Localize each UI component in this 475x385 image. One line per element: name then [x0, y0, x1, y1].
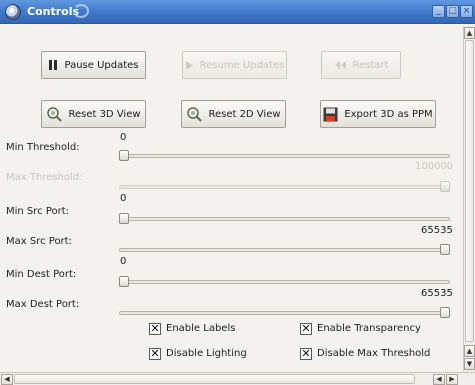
disable-lighting-label[interactable]: Disable Lighting: [166, 348, 247, 359]
vertical-scrollbar[interactable]: ▲ ▲ ▼: [463, 26, 475, 372]
reset-2d-view-button[interactable]: Reset 2D View: [181, 100, 286, 128]
max-dest-port-handle[interactable]: [440, 307, 450, 318]
maximize-button[interactable]: □: [446, 5, 459, 18]
floppy-disk-icon: [323, 107, 338, 122]
max-dest-port-value: 65535: [421, 288, 453, 299]
pause-updates-button[interactable]: Pause Updates: [41, 51, 146, 79]
controls-panel: Pause Updates Resume Updates Restart Res…: [6, 26, 462, 372]
horizontal-scrollbar[interactable]: ◀ ◀ ▶: [0, 372, 475, 385]
max-src-port-handle[interactable]: [440, 244, 450, 255]
window-title: Controls: [27, 5, 80, 18]
enable-transparency-checkbox[interactable]: ✕: [300, 323, 312, 335]
resume-updates-label: Resume Updates: [199, 59, 285, 71]
min-src-port-handle[interactable]: [119, 213, 129, 224]
scroll-left-arrow-icon[interactable]: ◀: [433, 374, 445, 385]
enable-transparency-label[interactable]: Enable Transparency: [317, 323, 421, 334]
title-bar[interactable]: Controls _ □ ×: [0, 0, 475, 24]
app-icon: [5, 4, 21, 20]
min-threshold-slider[interactable]: [119, 154, 450, 158]
min-threshold-value: 0: [120, 132, 127, 143]
scroll-up-arrow-icon[interactable]: ▲: [464, 345, 475, 357]
restart-button[interactable]: Restart: [321, 51, 401, 79]
resume-updates-button[interactable]: Resume Updates: [182, 51, 287, 79]
min-dest-port-value: 0: [120, 256, 127, 267]
max-threshold-slider[interactable]: [119, 185, 450, 189]
restart-label: Restart: [352, 59, 389, 71]
max-dest-port-label: Max Dest Port:: [6, 299, 80, 310]
reset-2d-view-label: Reset 2D View: [208, 108, 281, 120]
reset-3d-view-label: Reset 3D View: [68, 108, 141, 120]
min-dest-port-label: Min Dest Port:: [6, 269, 77, 280]
min-dest-port-handle[interactable]: [119, 276, 129, 287]
scroll-right-arrow-icon[interactable]: ▶: [446, 374, 458, 385]
export-3d-ppm-label: Export 3D as PPM: [344, 108, 433, 120]
enable-labels-checkbox[interactable]: ✕: [149, 323, 161, 335]
scroll-up-arrow-icon[interactable]: ▲: [464, 27, 475, 39]
vertical-scroll-thumb[interactable]: [465, 40, 474, 342]
rewind-icon: [334, 60, 347, 70]
swirl-icon: [73, 4, 89, 18]
max-dest-port-slider[interactable]: [119, 311, 450, 315]
magnifier-icon: [186, 106, 203, 122]
min-src-port-value: 0: [120, 193, 127, 204]
horizontal-scroll-thumb[interactable]: [14, 374, 415, 384]
min-threshold-handle[interactable]: [119, 150, 129, 161]
close-button[interactable]: ×: [460, 5, 473, 18]
disable-max-threshold-label[interactable]: Disable Max Threshold: [317, 348, 430, 359]
minimize-button[interactable]: _: [432, 5, 445, 18]
disable-max-threshold-checkbox[interactable]: ✕: [300, 348, 312, 360]
play-icon: [185, 60, 194, 71]
min-threshold-label: Min Threshold:: [6, 142, 80, 153]
scroll-down-arrow-icon[interactable]: ▼: [464, 358, 475, 370]
export-3d-ppm-button[interactable]: Export 3D as PPM: [320, 100, 436, 128]
max-threshold-label: Max Threshold:: [6, 172, 83, 183]
min-dest-port-slider[interactable]: [119, 280, 450, 284]
max-threshold-value: 100000: [415, 161, 454, 172]
max-src-port-label: Max Src Port:: [6, 236, 72, 247]
disable-lighting-checkbox[interactable]: ✕: [149, 348, 161, 360]
reset-3d-view-button[interactable]: Reset 3D View: [41, 100, 146, 128]
max-src-port-value: 65535: [421, 225, 453, 236]
min-src-port-label: Min Src Port:: [6, 206, 70, 217]
pause-icon: [48, 59, 58, 71]
pause-updates-label: Pause Updates: [64, 59, 139, 71]
min-src-port-slider[interactable]: [119, 217, 450, 221]
max-src-port-slider[interactable]: [119, 248, 450, 252]
magnifier-icon: [46, 106, 63, 122]
enable-labels-label[interactable]: Enable Labels: [166, 323, 235, 334]
scroll-left-arrow-icon[interactable]: ◀: [1, 374, 13, 385]
max-threshold-handle[interactable]: [440, 181, 450, 192]
